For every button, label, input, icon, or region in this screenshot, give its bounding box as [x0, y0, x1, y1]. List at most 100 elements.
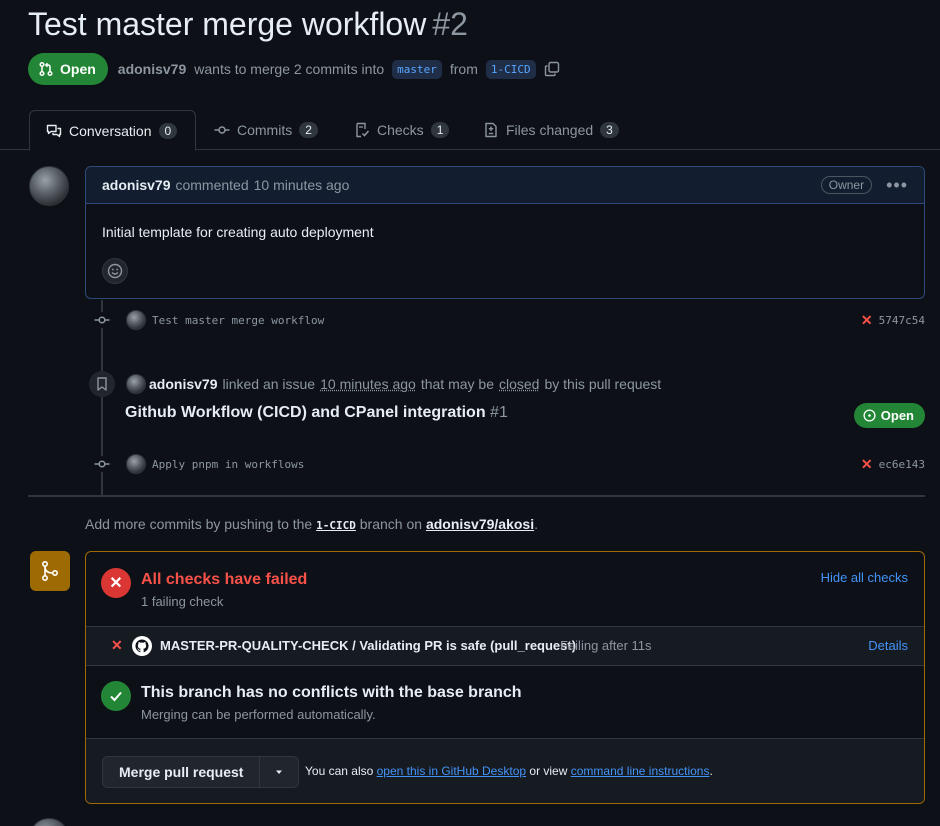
commit-message[interactable]: Apply pnpm in workflows [152, 458, 304, 471]
tab-conversation-label: Conversation [69, 123, 152, 139]
fail-x-icon[interactable]: ✕ [861, 456, 873, 473]
commit-sha[interactable]: 5747c54 [879, 314, 925, 327]
linked-issue-number: #1 [490, 404, 508, 421]
kebab-menu-icon[interactable]: ••• [886, 176, 908, 194]
linked-text-3: by this pull request [544, 376, 661, 392]
avatar[interactable] [29, 818, 69, 826]
avatar[interactable] [126, 310, 146, 330]
tab-conversation[interactable]: Conversation 0 [29, 110, 196, 151]
tab-commits-count: 2 [299, 122, 318, 138]
fail-x-icon[interactable]: ✕ [861, 312, 873, 329]
avatar[interactable] [126, 374, 146, 394]
section-divider [86, 665, 924, 666]
pr-state-badge: Open [28, 53, 108, 85]
commit-message[interactable]: Test master merge workflow [152, 314, 324, 327]
check-status: Failing after 11s [560, 638, 652, 653]
tab-files-changed-label: Files changed [506, 122, 593, 138]
merge-box: ✕ All checks have failed 1 failing check… [85, 551, 925, 804]
issue-opened-icon [863, 409, 876, 422]
issue-state-label: Open [881, 408, 914, 423]
tab-checks-label: Checks [377, 122, 424, 138]
commit-node-icon [94, 312, 110, 328]
comment-text: Initial template for creating auto deplo… [102, 224, 908, 240]
github-desktop-link[interactable]: open this in GitHub Desktop [377, 764, 526, 778]
check-circle-icon [101, 681, 131, 711]
comment-author[interactable]: adonisv79 [102, 177, 170, 193]
copy-icon[interactable] [544, 61, 560, 77]
issue-state-badge: Open [854, 403, 925, 428]
tab-conversation-count: 0 [159, 123, 178, 139]
avatar[interactable] [29, 166, 69, 206]
hint-branch[interactable]: 1-CICD [316, 519, 356, 532]
linked-issue-event: adonisv79 linked an issue 10 minutes ago… [126, 372, 661, 396]
pr-merge-text: wants to merge 2 commits into [194, 61, 384, 77]
bookmark-icon [89, 371, 115, 397]
github-logo-icon [132, 636, 152, 656]
conflicts-title: This branch has no conflicts with the ba… [141, 684, 522, 702]
also-text: You can also [305, 764, 373, 778]
pr-meta-row: Open adonisv79 wants to merge 2 commits … [28, 52, 560, 86]
linked-text-2: that may be [421, 376, 494, 392]
linked-closed[interactable]: closed [499, 376, 539, 392]
comment-body: Initial template for creating auto deplo… [86, 204, 924, 284]
pr-from-text: from [450, 61, 478, 77]
commit-icon [214, 122, 230, 138]
avatar[interactable] [126, 454, 146, 474]
page-title: Test master merge workflow #2 [28, 6, 468, 43]
comment-time[interactable]: 10 minutes ago [254, 177, 350, 193]
merge-options-button[interactable] [260, 757, 298, 787]
pull-request-icon [38, 61, 54, 77]
smiley-icon [107, 263, 123, 279]
tab-files-changed[interactable]: Files changed 3 [467, 110, 635, 150]
check-name: MASTER-PR-QUALITY-CHECK / Validating PR … [160, 638, 576, 653]
hint-prefix: Add more commits by pushing to the [85, 516, 312, 532]
merge-button-group: Merge pull request [102, 756, 299, 788]
tab-checks[interactable]: Checks 1 [338, 110, 465, 150]
hint-middle: branch on [360, 516, 422, 532]
head-branch-tag[interactable]: 1-CICD [486, 60, 536, 79]
merge-footer: Merge pull request You can also open thi… [86, 739, 924, 803]
base-branch-tag[interactable]: master [392, 60, 442, 79]
fail-x-icon: ✕ [101, 568, 131, 598]
commit-status: ✕ 5747c54 [861, 308, 925, 332]
pr-author[interactable]: adonisv79 [118, 61, 186, 77]
linked-author[interactable]: adonisv79 [149, 376, 217, 392]
timeline-commit: Apply pnpm in workflows [126, 452, 304, 476]
merge-alternatives: You can also open this in GitHub Desktop… [305, 764, 713, 778]
comment-box: adonisv79 commented 10 minutes ago Owner… [85, 166, 925, 299]
cli-instructions-link[interactable]: command line instructions [571, 764, 710, 778]
push-hint: Add more commits by pushing to the 1-CIC… [85, 516, 538, 532]
end-text: . [709, 764, 712, 778]
hide-checks-button[interactable]: Hide all checks [821, 570, 908, 585]
linked-time[interactable]: 10 minutes ago [320, 376, 416, 392]
file-diff-icon [483, 122, 499, 138]
linked-issue-title-row: Github Workflow (CICD) and CPanel integr… [125, 404, 508, 422]
checks-title: All checks have failed [141, 571, 307, 589]
commit-node-icon [94, 456, 110, 472]
tab-commits[interactable]: Commits 2 [198, 110, 334, 150]
comment-action: commented [175, 177, 248, 193]
triangle-down-icon [274, 767, 284, 777]
commit-sha[interactable]: ec6e143 [879, 458, 925, 471]
pr-number: #2 [432, 6, 468, 42]
comment-discussion-icon [46, 123, 62, 139]
merge-pull-request-button[interactable]: Merge pull request [103, 757, 260, 787]
timeline-divider [28, 495, 925, 497]
comment-header: adonisv79 commented 10 minutes ago Owner… [86, 167, 924, 204]
add-reaction-button[interactable] [102, 258, 128, 284]
linked-issue-title[interactable]: Github Workflow (CICD) and CPanel integr… [125, 404, 486, 421]
timeline-commit: Test master merge workflow [126, 308, 324, 332]
pr-title: Test master merge workflow [28, 6, 426, 42]
hint-suffix: . [534, 516, 538, 532]
conflicts-subtitle: Merging can be performed automatically. [141, 707, 376, 722]
pr-tabs: Conversation 0 Commits 2 Checks 1 Files … [0, 110, 940, 150]
tab-commits-label: Commits [237, 122, 292, 138]
or-view-text: or view [529, 764, 567, 778]
check-details-link[interactable]: Details [868, 638, 908, 653]
fail-x-icon: ✕ [111, 637, 123, 654]
owner-badge: Owner [821, 176, 872, 194]
checks-subtitle: 1 failing check [141, 594, 223, 609]
tab-checks-count: 1 [431, 122, 450, 138]
git-merge-icon [30, 551, 70, 591]
hint-repo[interactable]: adonisv79/akosi [426, 516, 534, 532]
